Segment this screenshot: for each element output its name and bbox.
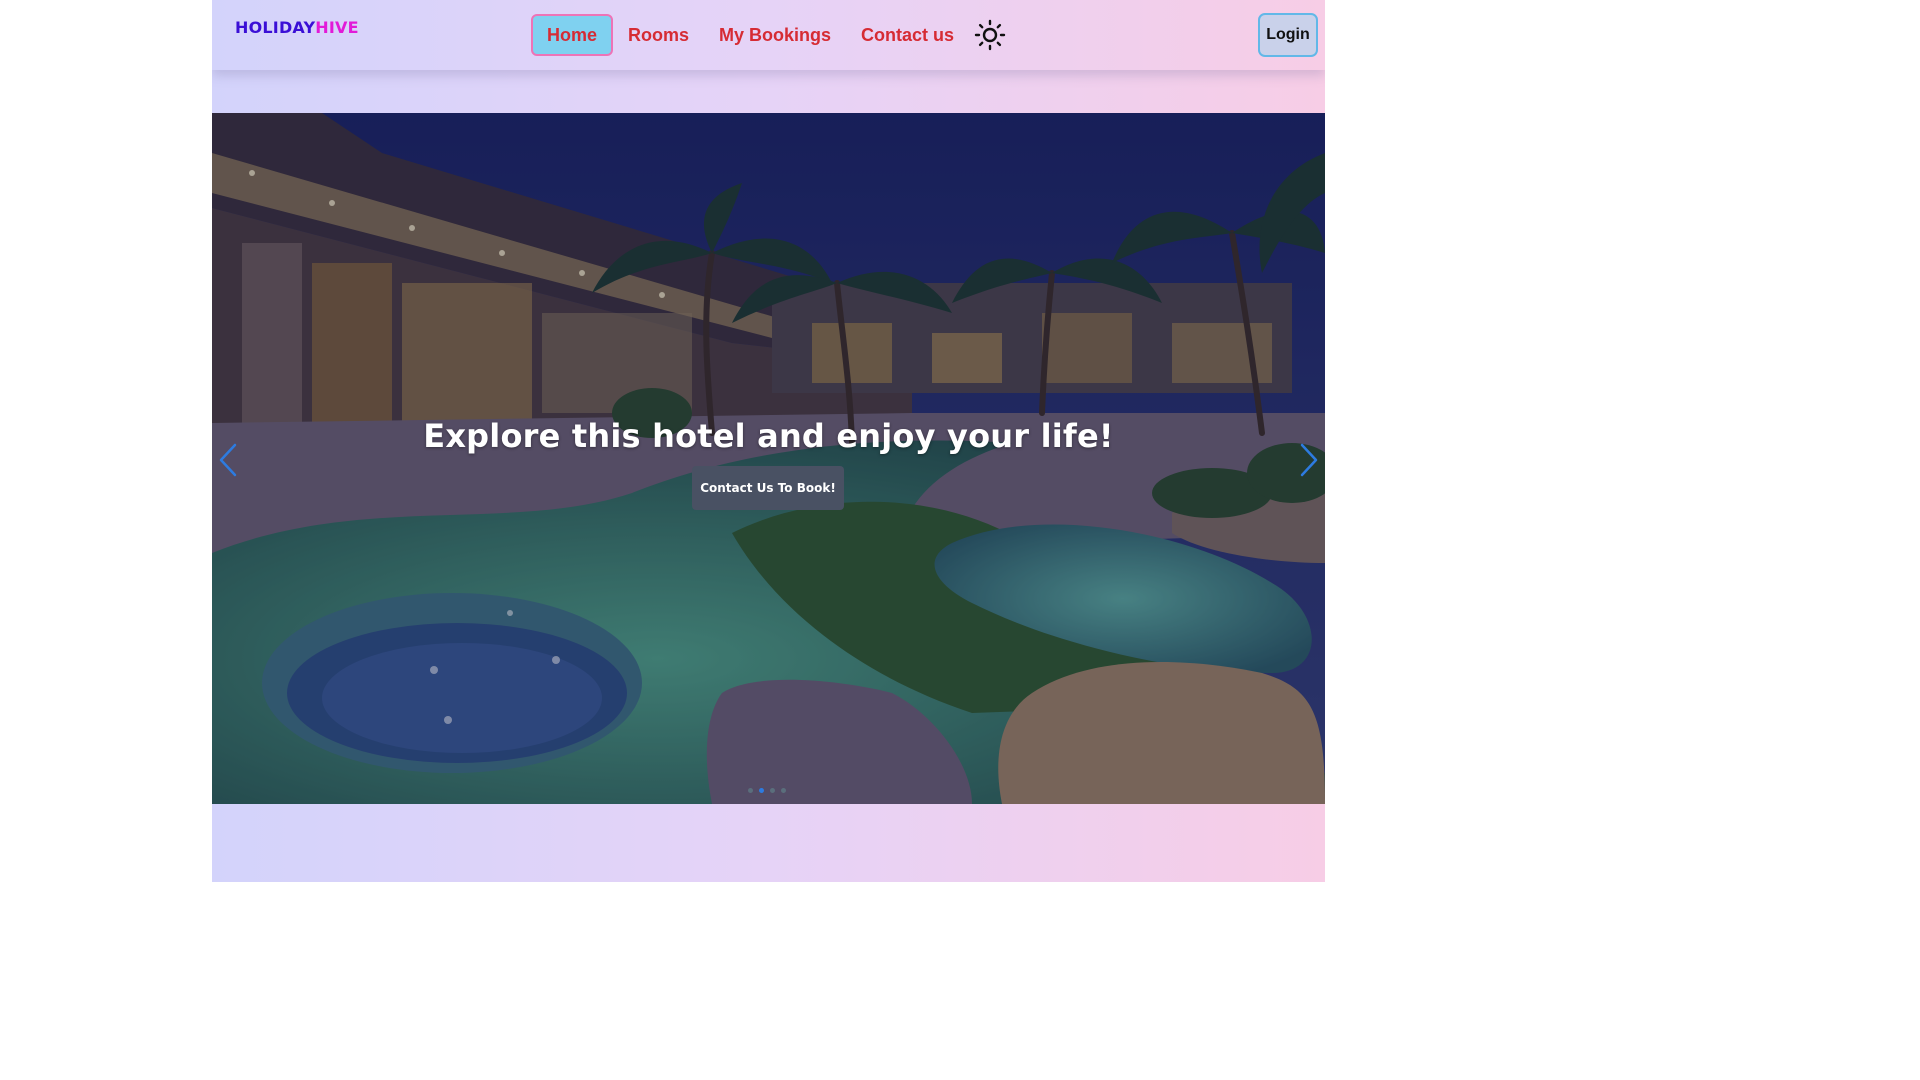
nav-link-contact-us[interactable]: Contact us — [846, 14, 969, 56]
carousel-next-button[interactable] — [1296, 443, 1320, 477]
carousel-indicator-2[interactable] — [759, 788, 764, 793]
nav-link-rooms[interactable]: Rooms — [613, 14, 704, 56]
carousel-indicator-3[interactable] — [770, 788, 775, 793]
carousel-indicator-4[interactable] — [781, 788, 786, 793]
hero-title: Explore this hotel and enjoy your life! — [423, 417, 1114, 455]
theme-toggle-button[interactable] — [973, 18, 1007, 52]
chevron-right-icon — [1300, 443, 1318, 477]
carousel-indicators — [748, 788, 786, 794]
brand-logo-part1: HOLIDAY — [235, 18, 316, 37]
chevron-left-icon — [219, 443, 237, 477]
brand-logo[interactable]: HOLIDAYHIVE — [235, 18, 359, 37]
contact-to-book-button[interactable]: Contact Us To Book! — [692, 466, 844, 510]
brand-logo-part2: HIVE — [315, 18, 359, 37]
hero-overlay — [212, 113, 1325, 804]
page: HOLIDAYHIVE Home Rooms My Bookings Conta… — [212, 0, 1325, 882]
hero-carousel: Explore this hotel and enjoy your life! … — [212, 113, 1325, 804]
carousel-prev-button[interactable] — [217, 443, 241, 477]
login-button[interactable]: Login — [1258, 13, 1318, 57]
nav-links: Home Rooms My Bookings Contact us — [531, 14, 1007, 56]
navbar: HOLIDAYHIVE Home Rooms My Bookings Conta… — [212, 0, 1325, 70]
sun-icon — [974, 19, 1006, 51]
nav-link-home[interactable]: Home — [531, 14, 614, 56]
carousel-indicator-1[interactable] — [748, 788, 753, 793]
nav-link-my-bookings[interactable]: My Bookings — [704, 14, 846, 56]
